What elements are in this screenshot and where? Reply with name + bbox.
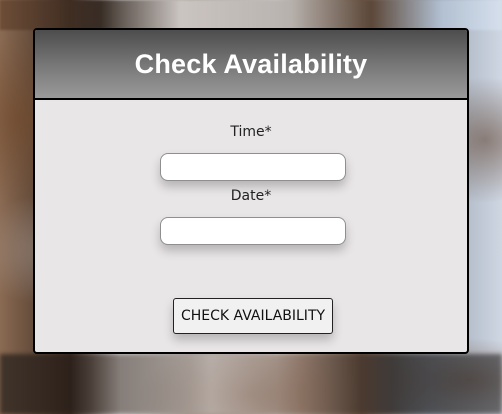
check-availability-modal: Check Availability Time* Date* CHECK AVA…	[33, 28, 469, 354]
time-label: Time*	[230, 124, 272, 140]
modal-title: Check Availability	[134, 48, 368, 79]
date-label: Date*	[230, 188, 272, 204]
background-image-top	[0, 0, 502, 30]
modal-header: Check Availability	[35, 30, 467, 100]
time-input[interactable]	[160, 153, 346, 181]
background-image-bottom	[0, 354, 502, 414]
modal-body: Time* Date* CHECK AVAILABILITY	[35, 100, 467, 352]
check-availability-button[interactable]: CHECK AVAILABILITY	[173, 298, 333, 334]
date-input[interactable]	[160, 217, 346, 245]
